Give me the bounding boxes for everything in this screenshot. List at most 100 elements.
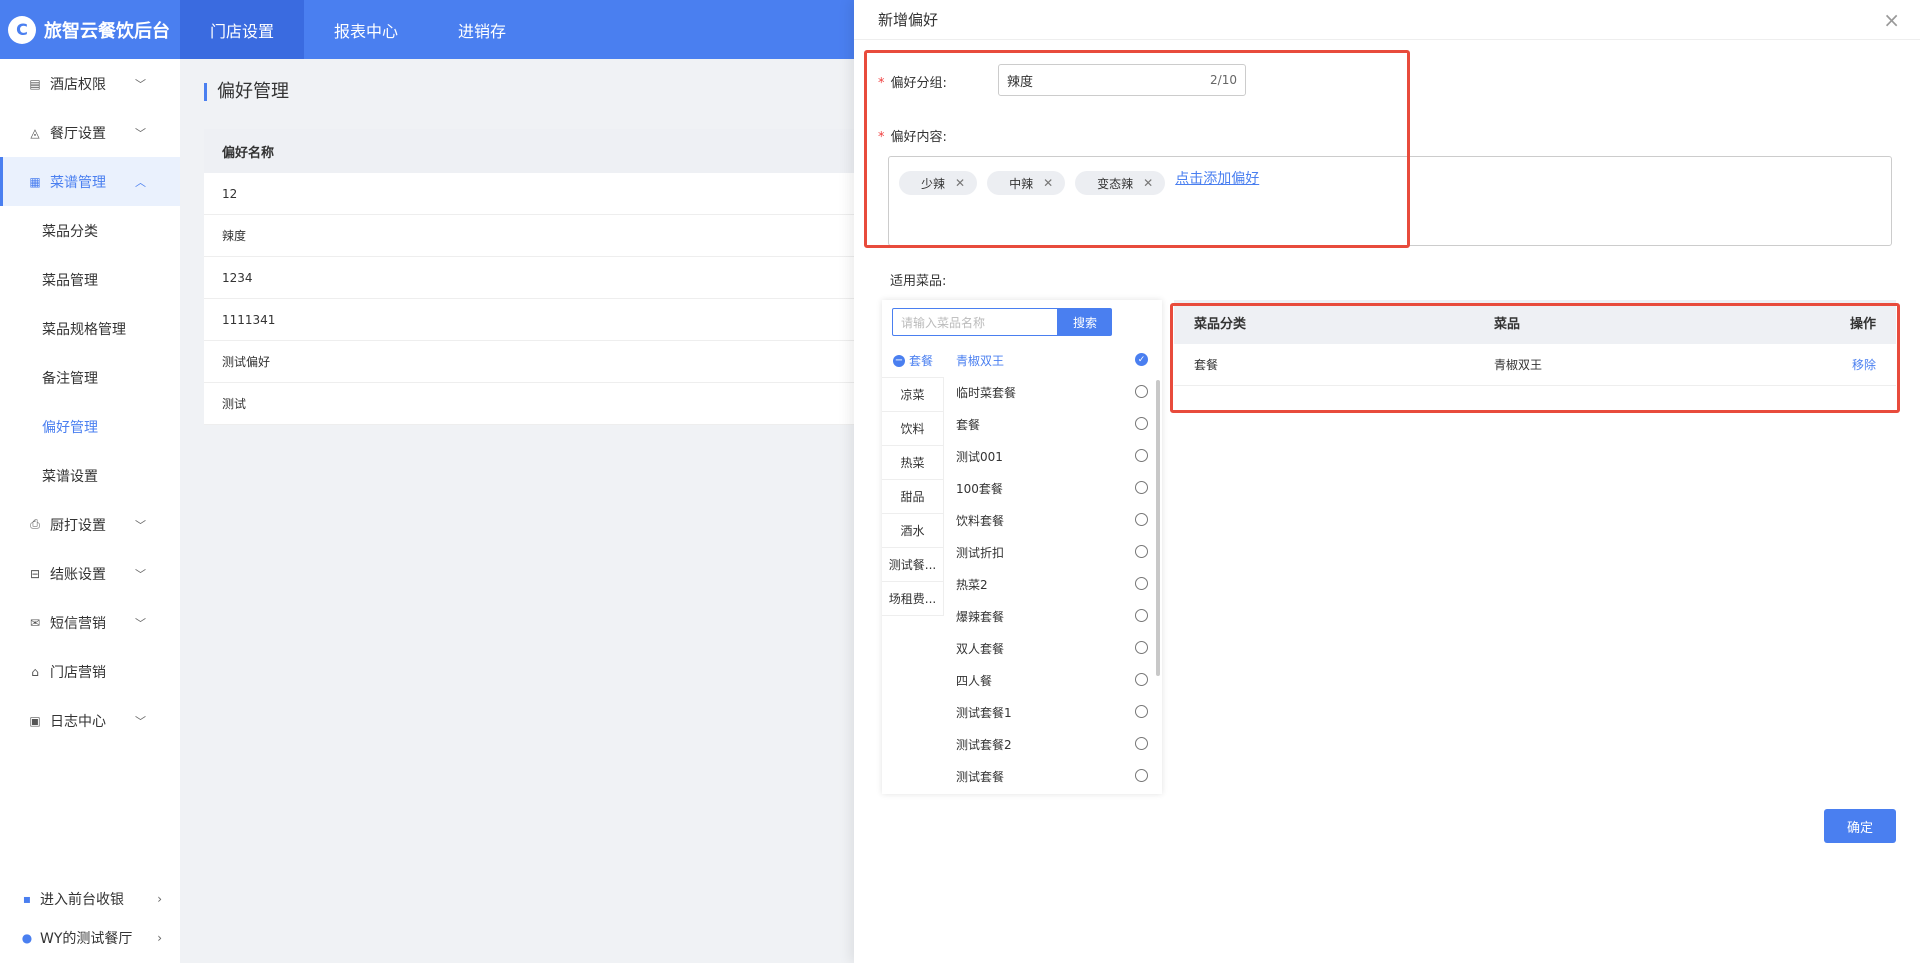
topnav-report-center[interactable]: 报表中心 xyxy=(304,0,428,59)
sidebar-subitem-remark[interactable]: 备注管理 xyxy=(0,353,180,402)
remove-link[interactable]: 移除 xyxy=(1852,358,1876,372)
sidebar-item-log-center[interactable]: ▣ 日志中心 ﹀ xyxy=(0,696,180,745)
confirm-button[interactable]: 确定 xyxy=(1824,809,1896,843)
sidebar-subitem-menu-settings[interactable]: 菜谱设置 xyxy=(0,451,180,500)
sidebar-item-sms-marketing[interactable]: ✉ 短信营销 ﹀ xyxy=(0,598,180,647)
category-item[interactable]: − 套餐 xyxy=(882,344,944,378)
sidebar-subitem-dish-management[interactable]: 菜品管理 xyxy=(0,255,180,304)
dish-item[interactable]: 四人餐 xyxy=(944,664,1162,696)
topnav-inventory[interactable]: 进销存 xyxy=(428,0,536,59)
table-row: 套餐 青椒双王 移除 xyxy=(1174,344,1896,386)
search-button[interactable]: 搜索 xyxy=(1058,308,1112,336)
dish-item[interactable]: 青椒双王 ✓ xyxy=(944,344,1162,376)
dish-item[interactable]: 临时菜套餐 xyxy=(944,376,1162,408)
category-item[interactable]: 场租费... xyxy=(882,582,944,616)
header-action: 操作 xyxy=(1849,316,1876,332)
sidebar-item-label: 酒店权限 xyxy=(50,76,106,93)
dish-item[interactable]: 测试套餐 xyxy=(944,760,1162,792)
top-nav: 门店设置 报表中心 进销存 xyxy=(180,0,536,59)
minus-circle-icon: − xyxy=(892,354,905,367)
page-title: 偏好管理 xyxy=(204,83,289,101)
dish-label: 测试001 xyxy=(956,449,1003,464)
category-item[interactable]: 凉菜 xyxy=(882,378,944,412)
table-row[interactable]: 测试 xyxy=(204,383,864,425)
category-item[interactable]: 热菜 xyxy=(882,446,944,480)
radio-button[interactable] xyxy=(1135,385,1148,398)
content-label: * 偏好内容: xyxy=(878,126,947,145)
close-icon[interactable]: × xyxy=(1883,10,1900,30)
check-circle-icon[interactable]: ✓ xyxy=(1135,353,1148,366)
radio-button[interactable] xyxy=(1135,609,1148,622)
radio-button[interactable] xyxy=(1135,737,1148,750)
enter-cashier-label: 进入前台收银 xyxy=(40,892,124,908)
dish-item[interactable]: 测试套餐2 xyxy=(944,728,1162,760)
dish-label: 双人套餐 xyxy=(956,641,1005,656)
radio-button[interactable] xyxy=(1135,673,1148,686)
topnav-store-settings[interactable]: 门店设置 xyxy=(180,0,305,59)
enter-cashier-link[interactable]: ▪ 进入前台收银 › xyxy=(0,880,180,918)
dish-item[interactable]: 100套餐 xyxy=(944,472,1162,504)
sidebar-subitem-preference[interactable]: 偏好管理 xyxy=(0,402,180,451)
category-item[interactable]: 酒水 xyxy=(882,514,944,548)
sidebar-subitem-dish-category[interactable]: 菜品分类 xyxy=(0,206,180,255)
dish-label: 饮料套餐 xyxy=(956,513,1005,528)
preference-group-input[interactable]: 辣度 2/10 xyxy=(998,64,1246,96)
table-row[interactable]: 测试偏好 xyxy=(204,341,864,383)
dish-item[interactable]: 热菜2 xyxy=(944,568,1162,600)
dish-label: 四人餐 xyxy=(956,673,993,688)
category-item[interactable]: 饮料 xyxy=(882,412,944,446)
radio-button[interactable] xyxy=(1135,705,1148,718)
restaurant-switcher[interactable]: ● WY的测试餐厅 › xyxy=(0,919,180,957)
receipt-icon: ⊟ xyxy=(29,566,41,581)
tag-label: 中辣 xyxy=(1009,176,1034,191)
tag-label: 变态辣 xyxy=(1097,176,1134,191)
dish-item[interactable]: 测试001 xyxy=(944,440,1162,472)
add-preference-link[interactable]: 点击添加偏好 xyxy=(1175,167,1259,191)
dish-label: 测试套餐1 xyxy=(956,705,1012,720)
radio-button[interactable] xyxy=(1135,769,1148,782)
sidebar-subitem-dish-spec[interactable]: 菜品规格管理 xyxy=(0,304,180,353)
close-icon[interactable]: ✕ xyxy=(1043,176,1053,190)
header-category: 菜品分类 xyxy=(1194,316,1247,332)
dish-item[interactable]: 爆辣套餐 xyxy=(944,600,1162,632)
dish-label: 测试折扣 xyxy=(956,545,1005,560)
dish-item[interactable]: 双人套餐 xyxy=(944,632,1162,664)
table-row[interactable]: 1234 xyxy=(204,257,864,299)
sidebar-item-checkout-settings[interactable]: ⊟ 结账设置 ﹀ xyxy=(0,549,180,598)
dish-item[interactable]: 测试套餐1 xyxy=(944,696,1162,728)
table-row[interactable]: 12 xyxy=(204,173,864,215)
table-row[interactable]: 辣度 xyxy=(204,215,864,257)
dish-list-scrollbar[interactable] xyxy=(1156,380,1160,676)
close-icon[interactable]: ✕ xyxy=(1143,176,1153,190)
sidebar-item-restaurant-settings[interactable]: ◬ 餐厅设置 ﹀ xyxy=(0,108,180,157)
radio-button[interactable] xyxy=(1135,481,1148,494)
sidebar-item-label: 厨打设置 xyxy=(50,517,106,534)
mail-icon: ✉ xyxy=(29,615,41,630)
brand[interactable]: C 旅智云餐饮后台 xyxy=(0,0,180,59)
table-row[interactable]: 1111341 xyxy=(204,299,864,341)
sidebar-item-kitchen-print[interactable]: ⎙ 厨打设置 ﹀ xyxy=(0,500,180,549)
sidebar-item-hotel-permissions[interactable]: ▤ 酒店权限 ﹀ xyxy=(0,59,180,108)
dish-item[interactable]: 测试折扣 xyxy=(944,536,1162,568)
dish-search-input[interactable]: 请输入菜品名称 xyxy=(892,308,1058,336)
radio-button[interactable] xyxy=(1135,417,1148,430)
radio-button[interactable] xyxy=(1135,513,1148,526)
sidebar-item-store-marketing[interactable]: ⌂ 门店营销 xyxy=(0,647,180,696)
radio-button[interactable] xyxy=(1135,545,1148,558)
radio-button[interactable] xyxy=(1135,449,1148,462)
sidebar-item-menu-management[interactable]: ▦ 菜谱管理 ︿ xyxy=(0,157,180,206)
preference-content-box[interactable]: 少辣 ✕ 中辣 ✕ 变态辣 ✕ 点击添加偏好 xyxy=(888,156,1892,246)
category-item[interactable]: 甜品 xyxy=(882,480,944,514)
preference-tag: 中辣 ✕ xyxy=(987,171,1066,195)
category-item[interactable]: 测试餐... xyxy=(882,548,944,582)
radio-button[interactable] xyxy=(1135,577,1148,590)
dish-label: 热菜2 xyxy=(956,577,988,592)
radio-button[interactable] xyxy=(1135,641,1148,654)
close-icon[interactable]: ✕ xyxy=(955,176,965,190)
cashier-icon: ▪ xyxy=(22,892,32,906)
dish-item[interactable]: 饮料套餐 xyxy=(944,504,1162,536)
dish-picker: 请输入菜品名称 搜索 − 套餐 凉菜 饮料 热菜 甜品 酒水 测试餐... 场租费… xyxy=(882,300,1162,794)
dish-label: 测试套餐 xyxy=(956,769,1005,784)
dish-item[interactable]: 套餐 xyxy=(944,408,1162,440)
row-category: 套餐 xyxy=(1194,358,1219,372)
